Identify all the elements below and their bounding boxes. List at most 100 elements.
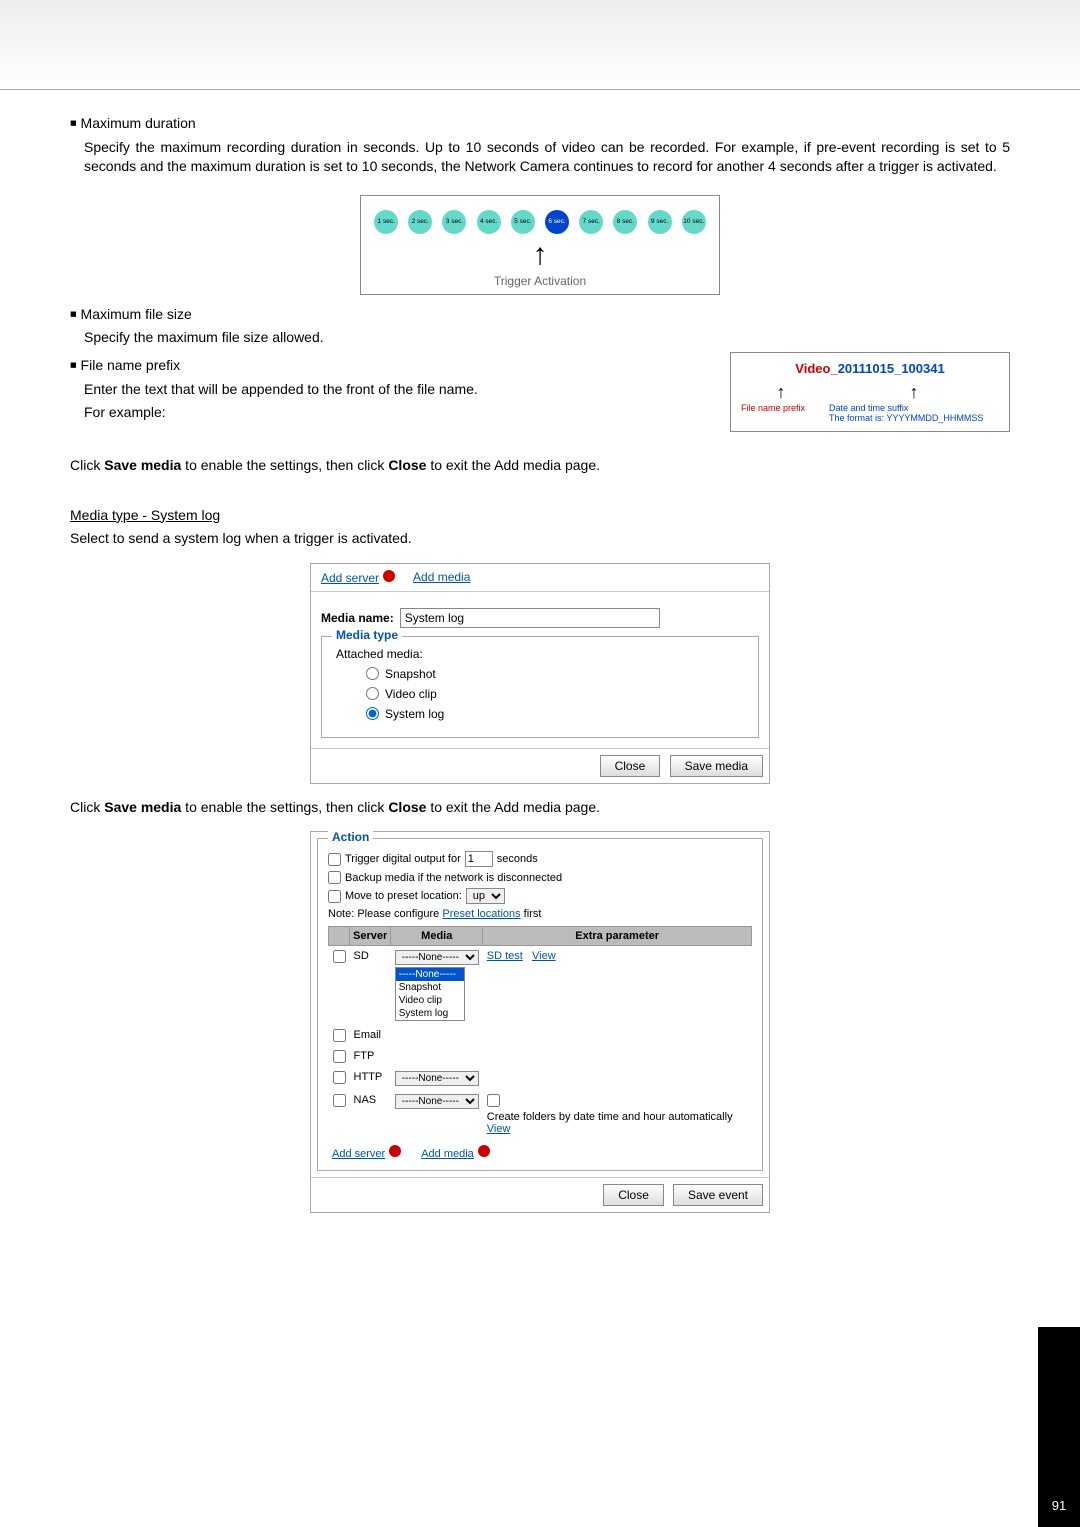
list-item[interactable]: Snapshot [396,981,464,994]
page-header-gradient [0,0,1080,90]
media-type-body: Select to send a system log when a trigg… [70,529,1010,549]
trigger-label-a: Trigger digital output for [345,853,461,865]
max-filesize-body: Specify the maximum file size allowed. [70,328,1010,348]
ftp-checkbox[interactable] [333,1050,346,1063]
add-media-link[interactable]: Add media [421,1148,474,1160]
filename-prefix-heading: ■ File name prefix [70,356,730,376]
timeline-dot: 7 sec. [579,210,603,234]
bullet-icon: ■ [70,118,77,130]
warning-icon [389,1145,401,1157]
nas-checkbox[interactable] [333,1094,346,1107]
media-type-heading: Media type - System log [70,507,220,523]
max-duration-body: Specify the maximum recording duration i… [70,138,1010,177]
http-media-select[interactable]: -----None----- [395,1071,479,1086]
arrow-up-icon: ↑ [369,240,711,270]
server-email: Email [350,1025,391,1046]
timeline-diagram: 1 sec.2 sec.3 sec.4 sec.5 sec.6 sec.7 se… [360,195,720,295]
timeline-dot: 6 sec. [545,210,569,234]
add-server-link[interactable]: Add server [321,571,379,585]
server-nas: NAS [350,1090,391,1139]
preset-label: Move to preset location: [345,890,462,902]
add-media-panel: Add server Add media Media name: Media t… [310,563,770,784]
media-type-option: Video clip [366,687,744,701]
timeline-dot: 3 sec. [442,210,466,234]
filename-prefix-body1: Enter the text that will be appended to … [70,380,730,400]
server-ftp: FTP [350,1046,391,1067]
trigger-activation-label: Trigger Activation [369,274,711,288]
attached-media-label: Attached media: [336,647,744,661]
save-media-instruction-1: Click Save media to enable the settings,… [70,456,1010,476]
media-type-radio[interactable] [366,707,379,720]
table-row: SD -----None----- -----None----- Snapsho… [329,946,752,1026]
prefix-col2-line2: The format is: YYYYMMDD_HHMMSS [829,413,999,423]
col-media: Media [391,927,483,946]
prefix-example-prefix: Video_ [795,361,837,376]
warning-icon [383,570,395,582]
filename-prefix-body2: For example: [70,403,730,423]
arrow-up-icon: ↑ [741,382,821,403]
close-button[interactable]: Close [603,1184,664,1206]
http-checkbox[interactable] [333,1071,346,1084]
prefix-col2-line1: Date and time suffix [829,403,999,413]
prefix-col1-label: File name prefix [741,403,821,413]
max-duration-heading: ■ Maximum duration [70,114,1010,134]
action-panel: Action Trigger digital output for second… [310,831,770,1213]
col-extra: Extra parameter [483,927,752,946]
nas-media-select[interactable]: -----None----- [395,1094,479,1109]
list-item[interactable]: System log [396,1007,464,1020]
sd-view-link[interactable]: View [532,950,556,962]
warning-icon [478,1145,490,1157]
trigger-output-checkbox[interactable] [328,853,341,866]
sd-test-link[interactable]: SD test [487,950,523,962]
max-duration-title: Maximum duration [81,115,196,131]
table-row: NAS -----None----- Create folders by dat… [329,1090,752,1139]
col-server: Server [350,927,391,946]
preset-note: Note: Please configure Preset locations … [328,908,752,920]
close-button[interactable]: Close [600,755,661,777]
media-type-label: Snapshot [385,667,436,681]
save-media-button[interactable]: Save media [670,755,763,777]
table-row: HTTP -----None----- [329,1067,752,1090]
backup-media-checkbox[interactable] [328,871,341,884]
bullet-icon: ■ [70,308,77,320]
timeline-dot: 10 sec. [682,210,706,234]
media-type-legend: Media type [332,628,402,642]
list-item[interactable]: -----None----- [396,968,464,981]
server-table: Server Media Extra parameter SD -----Non… [328,926,752,1139]
nas-view-link[interactable]: View [487,1123,511,1135]
preset-select[interactable]: up [466,888,505,904]
timeline-dot: 8 sec. [613,210,637,234]
add-media-link[interactable]: Add media [413,570,470,584]
preset-checkbox[interactable] [328,890,341,903]
email-checkbox[interactable] [333,1029,346,1042]
preset-locations-link[interactable]: Preset locations [442,908,520,920]
prefix-example-suffix: 20111015_100341 [838,361,945,376]
timeline-dot: 2 sec. [408,210,432,234]
media-type-option: Snapshot [366,667,744,681]
filename-prefix-title: File name prefix [81,357,181,373]
nas-folders-checkbox[interactable] [487,1094,500,1107]
media-type-radio[interactable] [366,687,379,700]
trigger-seconds-input[interactable] [465,851,493,867]
filename-prefix-diagram: Video_20111015_100341 ↑ File name prefix… [730,352,1010,432]
timeline-dot: 4 sec. [477,210,501,234]
media-type-radio[interactable] [366,667,379,680]
timeline-dot: 1 sec. [374,210,398,234]
sd-dropdown-open: -----None----- Snapshot Video clip Syste… [395,967,465,1021]
media-type-label: Video clip [385,687,437,701]
sd-media-select[interactable]: -----None----- [395,950,479,965]
media-type-fieldset: Media type Attached media: SnapshotVideo… [321,636,759,738]
sd-checkbox[interactable] [333,950,346,963]
page-number: 91 [1038,1327,1080,1527]
save-media-instruction-2: Click Save media to enable the settings,… [70,798,1010,818]
bullet-icon: ■ [70,360,77,372]
add-server-link[interactable]: Add server [332,1148,385,1160]
backup-media-label: Backup media if the network is disconnec… [345,872,562,884]
server-http: HTTP [350,1067,391,1090]
page-content: ■ Maximum duration Specify the maximum r… [0,90,1080,1267]
action-legend: Action [328,830,373,844]
nas-extra-label: Create folders by date time and hour aut… [487,1111,733,1123]
media-name-input[interactable] [400,608,660,628]
list-item[interactable]: Video clip [396,994,464,1007]
save-event-button[interactable]: Save event [673,1184,763,1206]
